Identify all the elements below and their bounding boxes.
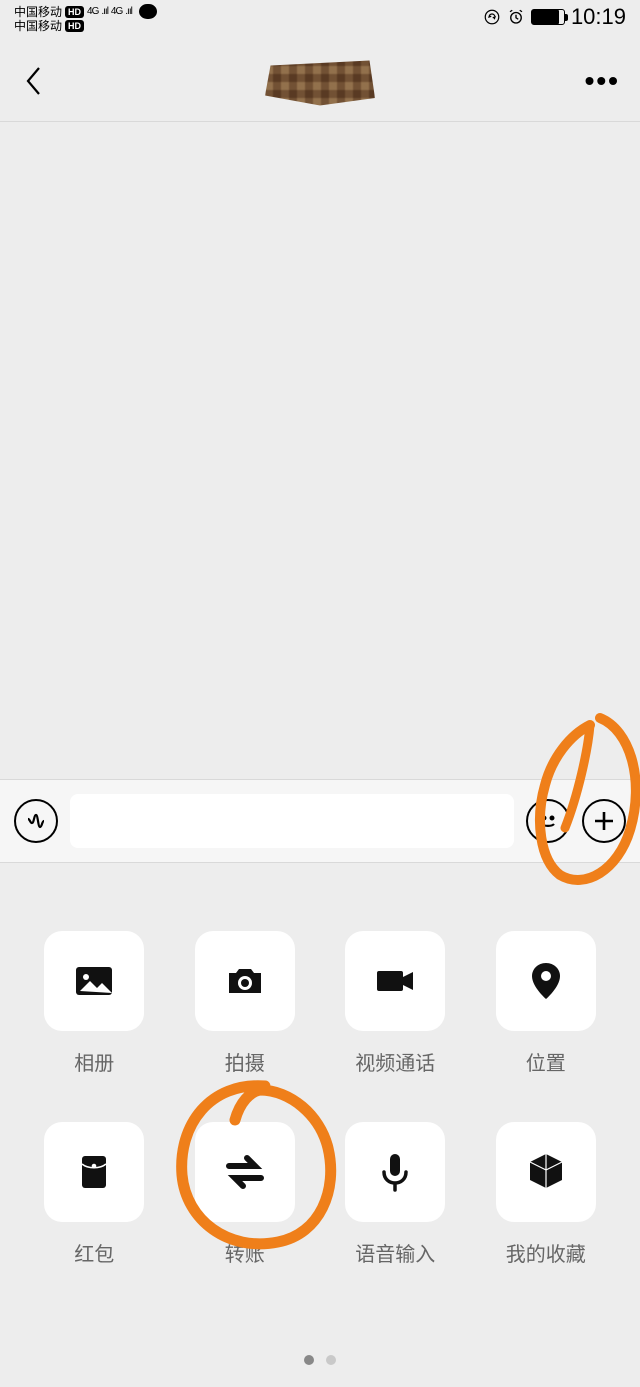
smiley-icon <box>535 808 561 834</box>
emoji-button[interactable] <box>526 799 570 843</box>
location-pin-icon <box>522 957 570 1005</box>
attachment-label: 视频通话 <box>355 1047 435 1076</box>
hd-badge-2: HD <box>65 20 84 32</box>
plus-icon <box>592 809 616 833</box>
status-left: 中国移动 HD 4G .ııl 4G .ııl 中国移动 HD <box>14 4 157 33</box>
attachment-label: 转账 <box>225 1238 265 1267</box>
message-input-bar <box>0 779 640 863</box>
page-dot-active <box>304 1355 314 1365</box>
attachment-voice-input[interactable]: 语音输入 <box>329 1122 462 1267</box>
attachment-transfer[interactable]: 转账 <box>179 1122 312 1267</box>
status-bar: 中国移动 HD 4G .ııl 4G .ııl 中国移动 HD 10:19 <box>0 0 640 40</box>
battery-icon <box>531 9 565 25</box>
soundwave-icon <box>24 809 48 833</box>
sync-icon <box>483 8 501 26</box>
attachment-label: 语音输入 <box>355 1238 435 1267</box>
microphone-icon <box>371 1148 419 1196</box>
attachment-video-call[interactable]: 视频通话 <box>329 931 462 1076</box>
red-packet-icon <box>70 1148 118 1196</box>
chat-header: ••• <box>0 40 640 122</box>
voice-mode-button[interactable] <box>14 799 58 843</box>
attachment-label: 相册 <box>74 1047 114 1076</box>
attachment-label: 红包 <box>74 1238 114 1267</box>
message-indicator-icon <box>139 4 157 19</box>
chat-title-censored <box>265 56 375 106</box>
attachment-camera[interactable]: 拍摄 <box>179 931 312 1076</box>
message-input[interactable] <box>70 794 514 848</box>
signal-bars-2: .ııl <box>125 5 132 19</box>
network-1: 4G <box>87 5 98 19</box>
alarm-icon <box>507 8 525 26</box>
network-2: 4G <box>111 5 122 19</box>
attachment-red-packet[interactable]: 红包 <box>28 1122 161 1267</box>
clock-time: 10:19 <box>571 4 626 30</box>
camera-icon <box>221 957 269 1005</box>
carrier-1: 中国移动 <box>14 5 62 19</box>
attachment-favorites[interactable]: 我的收藏 <box>480 1122 613 1267</box>
signal-bars-1: .ııl <box>101 5 108 19</box>
hd-badge: HD <box>65 6 84 18</box>
transfer-icon <box>221 1148 269 1196</box>
attachment-album[interactable]: 相册 <box>28 931 161 1076</box>
video-icon <box>371 957 419 1005</box>
attachment-label: 拍摄 <box>225 1047 265 1076</box>
chevron-left-icon <box>24 64 46 98</box>
attachment-panel: 相册 拍摄 视频通话 位置 红包 转账 语音输入 我的收藏 <box>0 863 640 1387</box>
attachment-label: 我的收藏 <box>506 1238 586 1267</box>
carrier-2: 中国移动 <box>14 19 62 33</box>
cube-icon <box>522 1148 570 1196</box>
plus-button[interactable] <box>582 799 626 843</box>
attachment-label: 位置 <box>526 1047 566 1076</box>
page-indicator <box>0 1355 640 1365</box>
attachment-location[interactable]: 位置 <box>480 931 613 1076</box>
status-right: 10:19 <box>483 4 626 30</box>
page-dot <box>326 1355 336 1365</box>
attachment-grid: 相册 拍摄 视频通话 位置 红包 转账 语音输入 我的收藏 <box>28 931 612 1267</box>
image-icon <box>70 957 118 1005</box>
back-button[interactable] <box>20 66 50 96</box>
more-button[interactable]: ••• <box>585 65 620 97</box>
